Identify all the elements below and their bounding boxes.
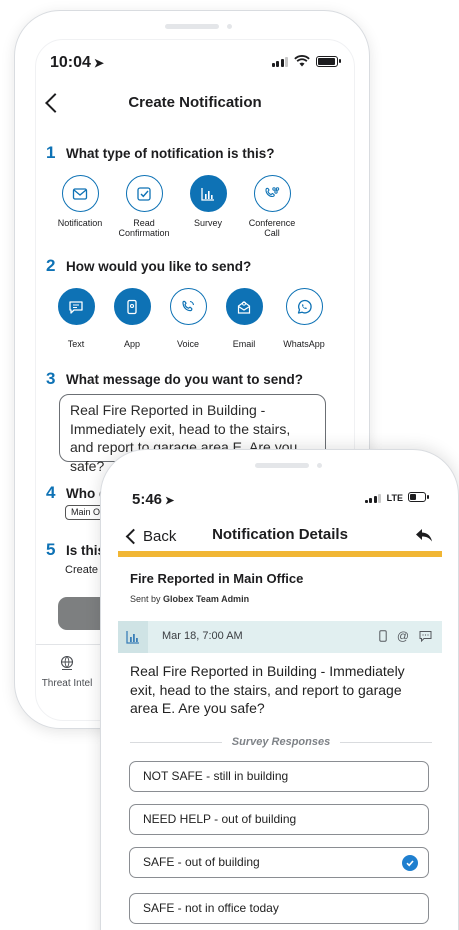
type-option-notification[interactable]: Notification [48, 175, 112, 238]
alert-title: Fire Reported in Main Office [130, 571, 304, 586]
question-number: 2 [46, 256, 56, 275]
channel-option-voice[interactable]: Voice [160, 288, 216, 349]
question-number: 5 [46, 540, 56, 559]
question-type: 1 What type of notification is this? [46, 143, 275, 163]
signal-icon [271, 57, 288, 67]
question-text: What type of notification is this? [66, 145, 275, 161]
network-type: LTE [386, 493, 403, 503]
page-title: Create Notification [128, 94, 262, 111]
globe-icon [60, 655, 74, 670]
survey-chart-icon [118, 621, 148, 653]
envelope-icon[interactable] [61, 175, 99, 212]
signal-icon [364, 494, 381, 503]
survey-responses-heading: Survey Responses [231, 736, 331, 748]
channel-indicators: @ [379, 629, 432, 643]
type-option-survey[interactable]: Survey [176, 175, 240, 238]
whatsapp-icon[interactable] [285, 288, 323, 325]
notification-details-screen: 5:46 ➤ LTE Back Notification Details Fire… [118, 477, 442, 930]
channel-label: Text [67, 339, 85, 349]
channel-option-email[interactable]: Email [216, 288, 272, 349]
channel-label: Voice [176, 339, 200, 349]
notification-message: Real Fire Reported in Building - Immedia… [130, 663, 405, 716]
phone-app-icon [379, 630, 387, 642]
channel-options: Text App Voice Email WhatsApp [48, 288, 348, 349]
wifi-icon [294, 55, 310, 67]
sender-name: Globex Team Admin [163, 594, 250, 604]
response-label: NEED HELP - out of building [143, 812, 297, 826]
notification-details-phone: 5:46 ➤ LTE Back Notification Details Fire… [100, 449, 459, 930]
phone-app-icon[interactable] [113, 288, 151, 325]
question-number: 1 [46, 143, 56, 162]
type-label: Survey [193, 218, 222, 228]
type-label: Notification [57, 218, 103, 228]
nav-bar: Create Notification [36, 90, 354, 126]
sent-by-prefix: Sent by [130, 594, 161, 604]
channel-option-app[interactable]: App [104, 288, 160, 349]
status-time: 5:46 ➤ [132, 491, 174, 508]
phone-speaker [255, 463, 309, 468]
email-at-icon: @ [396, 629, 409, 643]
type-option-read-confirmation[interactable]: Read Confirmation [112, 175, 176, 238]
divider-line [340, 741, 432, 743]
status-time-text: 10:04 [50, 54, 91, 71]
phone-camera [317, 463, 322, 468]
notification-info-bar: Mar 18, 7:00 AM @ [118, 621, 442, 653]
page-title: Notification Details [212, 526, 348, 543]
checkbox-icon[interactable] [125, 175, 163, 212]
phone-camera [227, 24, 232, 29]
email-icon[interactable] [225, 288, 263, 325]
location-arrow-icon: ➤ [165, 495, 175, 507]
channel-option-whatsapp[interactable]: WhatsApp [272, 288, 336, 349]
tab-label: Threat Intel [41, 678, 93, 689]
survey-responses-divider: Survey Responses [130, 735, 432, 749]
chat-bubble-icon [419, 631, 432, 642]
question-text: How would you like to send? [66, 258, 252, 274]
channel-label: WhatsApp [283, 339, 325, 349]
location-arrow-icon: ➤ [93, 56, 104, 70]
type-option-conference-call[interactable]: Conference Call [240, 175, 304, 238]
sent-by: Sent by Globex Team Admin [130, 594, 249, 604]
question-number: 3 [46, 369, 56, 388]
status-bar: 10:04 ➤ [50, 52, 341, 74]
battery-icon [408, 492, 429, 502]
tab-threat-intel[interactable]: Threat Intel [36, 655, 98, 689]
status-bar: 5:46 ➤ LTE [132, 489, 429, 511]
question-text: What message do you want to send? [66, 371, 304, 387]
chat-bubble-icon[interactable] [57, 288, 95, 325]
channel-label: App [123, 339, 140, 349]
response-label: NOT SAFE - still in building [143, 769, 289, 783]
channel-label: Email [232, 339, 256, 349]
survey-response-option[interactable]: NEED HELP - out of building [129, 804, 429, 835]
response-label: SAFE - not in office today [143, 901, 279, 915]
survey-response-option-selected[interactable]: SAFE - out of building [129, 847, 429, 878]
survey-response-option[interactable]: SAFE - not in office today [129, 893, 429, 924]
question-number: 4 [46, 483, 56, 502]
priority-accent-bar [118, 551, 442, 557]
type-label: Read Confirmation [118, 218, 170, 238]
status-time: 10:04 ➤ [50, 54, 104, 72]
phone-speaker [165, 24, 219, 29]
type-label: Conference Call [248, 218, 296, 238]
sent-date: Mar 18, 7:00 AM [162, 630, 243, 642]
response-label: SAFE - out of building [143, 855, 260, 869]
battery-icon [316, 56, 341, 67]
status-time-text: 5:46 [132, 491, 163, 508]
conference-call-icon[interactable] [253, 175, 291, 212]
question-send-method: 2 How would you like to send? [46, 256, 251, 276]
checkmark-icon [402, 855, 418, 871]
notification-type-options: Notification Read Confirmation Survey Co… [48, 175, 348, 238]
survey-response-option[interactable]: NOT SAFE - still in building [129, 761, 429, 792]
bar-chart-icon[interactable] [189, 175, 227, 212]
divider-line [130, 741, 222, 743]
reply-arrow-icon[interactable] [414, 526, 434, 544]
phone-call-icon[interactable] [169, 288, 207, 325]
nav-bar: Back Notification Details [118, 525, 442, 551]
channel-option-text[interactable]: Text [48, 288, 104, 349]
question-message: 3 What message do you want to send? [46, 369, 303, 389]
